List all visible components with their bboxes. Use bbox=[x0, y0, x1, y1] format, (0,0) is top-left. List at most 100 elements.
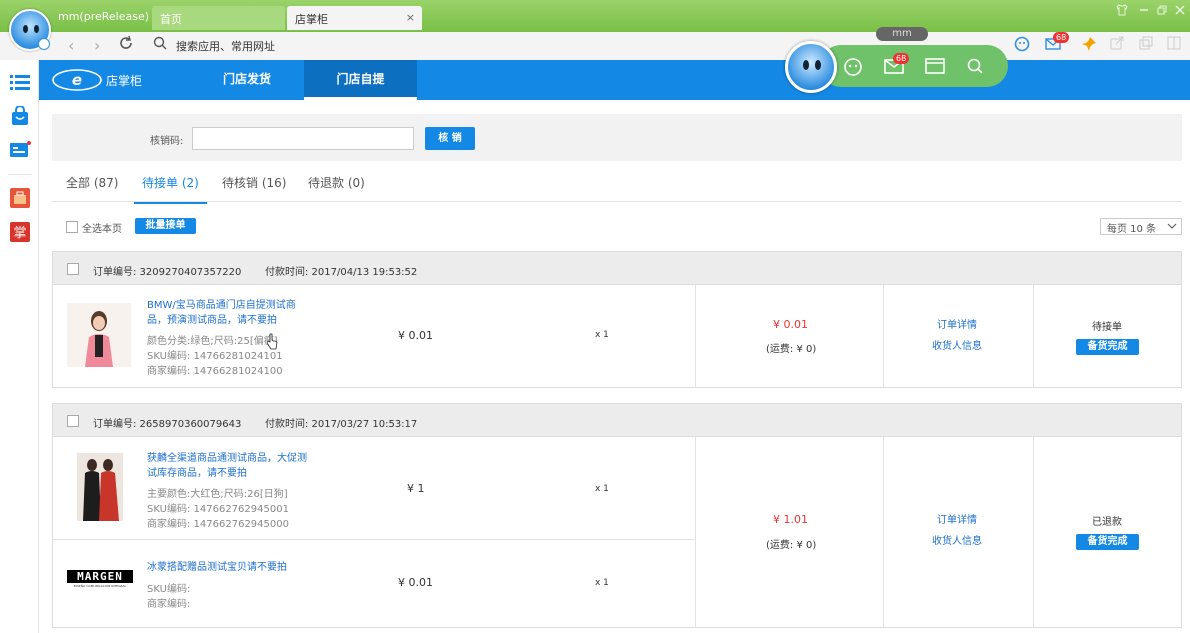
product-title-line2[interactable]: 品，预演测试商品，请不要拍 bbox=[147, 311, 277, 326]
product-title[interactable]: 冰蒙搭配赠品测试宝贝请不要拍 bbox=[147, 558, 287, 573]
order-body: 获麟全渠道商品通测试商品，大促测 试库存商品，请不要拍 主要颜色:大红色;尺码:… bbox=[52, 437, 1182, 628]
tab-pending-verify[interactable]: 待核销 (16) bbox=[222, 174, 286, 191]
unit-price: ¥ 1 bbox=[407, 482, 425, 495]
quantity: x 1 bbox=[595, 578, 609, 588]
minimize-icon[interactable] bbox=[1138, 4, 1150, 19]
consignee-info-link[interactable]: 收货人信息 bbox=[932, 337, 982, 352]
mm-widget-avatar-icon[interactable] bbox=[785, 41, 837, 93]
back-icon[interactable]: ‹ bbox=[68, 36, 74, 55]
brand-logo-sub: DISEÑO COMUNICACIÓN INTEGRAL bbox=[73, 584, 127, 588]
list-icon[interactable] bbox=[10, 72, 30, 92]
page-size-select[interactable]: 每页 10 条 bbox=[1100, 218, 1182, 235]
nav-store-pickup[interactable]: 门店自提 bbox=[304, 60, 417, 100]
order-number: 订单编号: 3209270407357220 bbox=[93, 267, 242, 278]
external-icon[interactable] bbox=[1110, 36, 1124, 54]
app-header: e 店掌柜 门店发货 门店自提 bbox=[39, 60, 1190, 100]
order-checkbox[interactable] bbox=[67, 415, 79, 427]
mm-label: mm bbox=[876, 27, 928, 41]
quantity: x 1 bbox=[595, 484, 609, 494]
copy-icon[interactable] bbox=[1139, 36, 1153, 54]
product-title[interactable]: BMW/宝马商品通门店自提测试商 bbox=[147, 296, 296, 311]
logo-text: 店掌柜 bbox=[106, 74, 143, 88]
app-name: mm(preRelease) bbox=[58, 10, 150, 23]
verification-code-input[interactable] bbox=[192, 127, 414, 150]
select-all-label: 全选本页 bbox=[82, 224, 122, 235]
layout-icon[interactable] bbox=[1167, 36, 1181, 54]
order-status: 已退款 bbox=[1092, 517, 1122, 528]
unit-price: ¥ 0.01 bbox=[398, 329, 433, 342]
shirt-icon[interactable] bbox=[1116, 4, 1128, 19]
filter-bar: 核销码: 核 销 bbox=[52, 114, 1182, 161]
mm-widget-badge: 68 bbox=[893, 53, 910, 64]
window-icon[interactable] bbox=[924, 55, 946, 77]
order-detail-link[interactable]: 订单详情 bbox=[937, 511, 977, 526]
id-card-icon[interactable] bbox=[10, 140, 31, 160]
product-title[interactable]: 获麟全渠道商品通测试商品，大促测 bbox=[147, 449, 307, 464]
merchant-code: 商家编码: bbox=[147, 599, 191, 610]
order-status: 待接单 bbox=[1092, 322, 1122, 333]
tab-dianzhanggui[interactable]: 店掌柜 × bbox=[287, 6, 422, 30]
chevron-down-icon bbox=[1167, 219, 1177, 236]
refresh-icon[interactable] bbox=[118, 35, 134, 55]
stock-ready-button[interactable]: 备货完成 bbox=[1076, 534, 1139, 550]
tab-home[interactable]: 首页 bbox=[152, 6, 285, 30]
browser-chrome: mm(preRelease) 首页 店掌柜 × ‹ › 搜索应用、常用网址 mm bbox=[0, 0, 1190, 60]
chat-face-icon[interactable] bbox=[842, 55, 864, 77]
product-attrs: 主要颜色:大红色;尺码:26[日狗] bbox=[147, 489, 288, 500]
shopping-bag-icon[interactable] bbox=[10, 105, 30, 126]
mm-clock-icon[interactable] bbox=[1014, 36, 1030, 56]
order-detail-link[interactable]: 订单详情 bbox=[937, 316, 977, 331]
product-attrs: 颜色分类:绿色;尺码:25[偏瘦] bbox=[147, 336, 278, 347]
mm-avatar-icon[interactable] bbox=[9, 9, 51, 51]
merchant-code: 商家编码: 14766281024100 bbox=[147, 366, 283, 377]
svg-text:e: e bbox=[72, 71, 82, 89]
left-sidebar: 掌 bbox=[0, 60, 39, 633]
clock-icon bbox=[38, 38, 50, 50]
code-label: 核销码: bbox=[150, 136, 184, 147]
shipping-fee: (运费: ¥ 0) bbox=[766, 540, 817, 551]
hand-cursor-icon bbox=[266, 333, 278, 351]
order-total: ¥ 1.01 bbox=[773, 513, 808, 526]
order-number: 订单编号: 2658970360079643 bbox=[93, 419, 242, 430]
sku-code: SKU编码: 14766281024101 bbox=[147, 351, 283, 362]
search-icon bbox=[152, 35, 168, 51]
pay-time: 付款时间: 2017/04/13 19:53:52 bbox=[265, 267, 418, 278]
consignee-info-link[interactable]: 收货人信息 bbox=[932, 532, 982, 547]
batch-accept-button[interactable]: 批量接单 bbox=[135, 218, 196, 234]
address-bar[interactable]: 搜索应用、常用网址 bbox=[176, 38, 275, 54]
select-all-checkbox[interactable] bbox=[66, 221, 78, 233]
close-icon[interactable]: × bbox=[406, 11, 415, 24]
sku-code: SKU编码: 147662762945001 bbox=[147, 504, 289, 515]
unit-price: ¥ 0.01 bbox=[398, 576, 433, 589]
order-checkbox[interactable] bbox=[67, 263, 79, 275]
sku-code: SKU编码: bbox=[147, 584, 191, 595]
verify-button[interactable]: 核 销 bbox=[425, 127, 475, 150]
order-total: ¥ 0.01 bbox=[773, 318, 808, 331]
nav-store-shipping[interactable]: 门店发货 bbox=[207, 60, 287, 100]
pin-icon[interactable] bbox=[1081, 36, 1097, 56]
tab-all[interactable]: 全部 (87) bbox=[66, 174, 118, 191]
tab-pending-accept[interactable]: 待接单 (2) bbox=[134, 174, 207, 204]
forward-icon[interactable]: › bbox=[94, 36, 100, 55]
product-title-line2[interactable]: 试库存商品，请不要拍 bbox=[147, 464, 247, 479]
zhang-icon[interactable]: 掌 bbox=[10, 222, 30, 242]
restore-icon[interactable] bbox=[1156, 4, 1168, 19]
shipping-fee: (运费: ¥ 0) bbox=[766, 344, 817, 355]
search-icon[interactable] bbox=[964, 55, 986, 77]
toolbox-icon[interactable] bbox=[10, 188, 30, 208]
order-header: 订单编号: 3209270407357220 付款时间: 2017/04/13 … bbox=[52, 251, 1182, 285]
pay-time: 付款时间: 2017/03/27 10:53:17 bbox=[265, 419, 418, 430]
stock-ready-button[interactable]: 备货完成 bbox=[1076, 339, 1139, 355]
order-header: 订单编号: 2658970360079643 付款时间: 2017/03/27 … bbox=[52, 403, 1182, 437]
svg-text:掌: 掌 bbox=[13, 226, 26, 241]
window-close-icon[interactable] bbox=[1174, 4, 1186, 19]
quantity: x 1 bbox=[595, 330, 609, 340]
tab-label: 店掌柜 bbox=[295, 13, 328, 26]
status-tabs: 全部 (87) 待接单 (2) 待核销 (16) 待退款 (0) bbox=[52, 162, 1182, 204]
mm-widget: 68 bbox=[820, 45, 1008, 87]
tab-pending-refund[interactable]: 待退款 (0) bbox=[308, 174, 365, 191]
product-image[interactable] bbox=[77, 453, 123, 521]
product-image[interactable] bbox=[67, 303, 131, 367]
app-window: mm(preRelease) 首页 店掌柜 × ‹ › 搜索应用、常用网址 mm bbox=[0, 0, 1190, 633]
page-size-value: 每页 10 条 bbox=[1107, 224, 1157, 235]
